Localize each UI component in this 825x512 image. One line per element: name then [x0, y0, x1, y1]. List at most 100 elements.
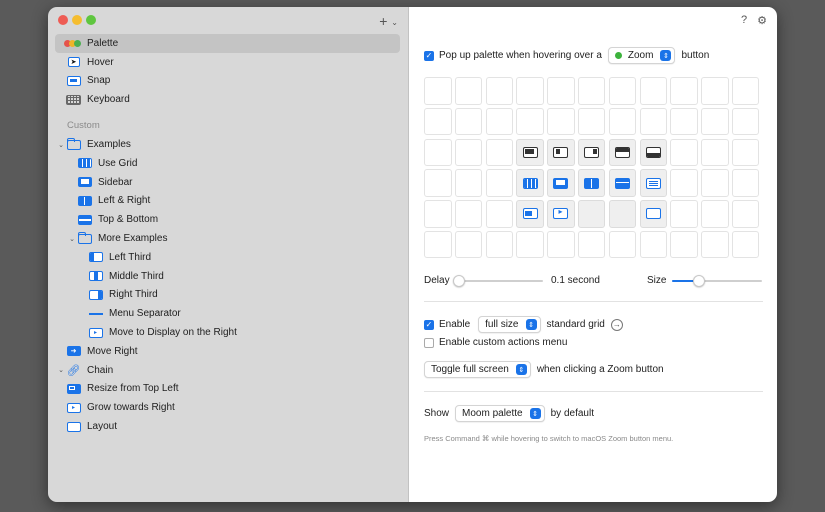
palette-cell[interactable]	[577, 169, 606, 197]
size-slider[interactable]	[672, 275, 762, 287]
palette-cell[interactable]	[670, 107, 698, 136]
palette-cell[interactable]: ▸	[547, 200, 575, 228]
sidebar-item-examples[interactable]: ⌄ Examples	[55, 135, 400, 154]
add-button[interactable]: + ⌄	[379, 13, 398, 29]
minimize-window-button[interactable]	[72, 15, 82, 25]
palette-cell[interactable]	[424, 77, 452, 105]
sidebar-item-move-right[interactable]: ➜ Move Right	[55, 342, 400, 361]
palette-cell[interactable]	[485, 107, 514, 136]
palette-cell[interactable]	[670, 138, 698, 167]
palette-cell[interactable]	[577, 138, 606, 167]
palette-cell[interactable]	[608, 200, 637, 228]
sidebar-item-snap[interactable]: Snap	[55, 72, 400, 91]
palette-cell[interactable]	[731, 169, 760, 197]
palette-cell[interactable]	[577, 200, 606, 228]
palette-cell[interactable]	[547, 107, 575, 136]
palette-cell[interactable]	[608, 230, 637, 259]
sidebar-item-sidebar[interactable]: Sidebar	[55, 173, 400, 192]
palette-cell[interactable]	[639, 230, 668, 259]
palette-cell[interactable]	[547, 138, 575, 167]
palette-cell[interactable]	[547, 230, 575, 259]
delay-slider[interactable]	[453, 275, 543, 287]
zoom-action-select[interactable]: Toggle full screen ⇕	[424, 361, 531, 378]
sidebar-item-resize-top-left[interactable]: Resize from Top Left	[55, 380, 400, 399]
palette-cell[interactable]	[670, 77, 698, 105]
palette-cell[interactable]	[516, 200, 544, 228]
sidebar-item-top-bottom[interactable]: Top & Bottom	[55, 210, 400, 229]
palette-cell[interactable]	[639, 107, 668, 136]
sidebar-item-palette[interactable]: Palette	[55, 34, 400, 53]
palette-cell[interactable]	[485, 230, 514, 259]
zoom-window-button[interactable]	[86, 15, 96, 25]
sidebar-item-right-third[interactable]: Right Third	[55, 286, 400, 305]
palette-cell[interactable]	[424, 169, 452, 197]
palette-cell[interactable]	[701, 169, 729, 197]
palette-cell[interactable]	[577, 77, 606, 105]
delay-slider-knob[interactable]	[453, 275, 466, 287]
palette-cell[interactable]	[454, 200, 483, 228]
palette-cell[interactable]	[608, 107, 637, 136]
palette-cell[interactable]	[454, 77, 483, 105]
sidebar-item-keyboard[interactable]: Keyboard	[55, 90, 400, 109]
palette-cell[interactable]	[424, 138, 452, 167]
palette-cell[interactable]	[454, 107, 483, 136]
enable-checkbox[interactable]: ✓	[424, 319, 434, 330]
sidebar-item-middle-third[interactable]: Middle Third	[55, 267, 400, 286]
palette-cell[interactable]	[516, 77, 544, 105]
palette-cell[interactable]	[424, 230, 452, 259]
size-slider-knob[interactable]	[693, 275, 705, 287]
palette-cell[interactable]	[485, 169, 514, 197]
sidebar-item-use-grid[interactable]: Use Grid	[55, 154, 400, 173]
zoom-button-select[interactable]: Zoom ⇕	[607, 47, 676, 64]
sidebar-item-left-right[interactable]: Left & Right	[55, 192, 400, 211]
gear-icon[interactable]: ⚙︎	[757, 14, 767, 27]
palette-cell[interactable]	[424, 107, 452, 136]
palette-cell[interactable]	[639, 200, 668, 228]
palette-cell[interactable]	[577, 230, 606, 259]
palette-cell[interactable]	[701, 230, 729, 259]
palette-cell[interactable]	[547, 77, 575, 105]
palette-cell[interactable]	[485, 138, 514, 167]
palette-cell[interactable]	[701, 107, 729, 136]
palette-cell[interactable]	[516, 107, 544, 136]
palette-cell[interactable]	[670, 230, 698, 259]
grid-size-select[interactable]: full size ⇕	[478, 316, 541, 333]
palette-cell[interactable]	[454, 230, 483, 259]
palette-cell[interactable]	[608, 77, 637, 105]
palette-cell[interactable]	[577, 107, 606, 136]
disclosure-chevron-icon[interactable]: ⌄	[56, 366, 66, 374]
palette-cell[interactable]	[731, 77, 760, 105]
sidebar-item-hover[interactable]: ➤ Hover	[55, 53, 400, 72]
popup-palette-checkbox[interactable]: ✓	[424, 50, 434, 61]
disclosure-chevron-icon[interactable]: ⌄	[67, 235, 77, 243]
sidebar-item-move-to-display[interactable]: ▸ Move to Display on the Right	[55, 323, 400, 342]
palette-cell[interactable]	[731, 138, 760, 167]
palette-cell[interactable]	[608, 138, 637, 167]
custom-actions-checkbox[interactable]	[424, 337, 434, 348]
palette-cell[interactable]	[608, 169, 637, 197]
palette-cell[interactable]	[701, 77, 729, 105]
disclosure-chevron-icon[interactable]: ⌄	[56, 141, 66, 149]
palette-cell[interactable]	[639, 138, 668, 167]
palette-cell[interactable]	[424, 200, 452, 228]
palette-cell[interactable]	[485, 77, 514, 105]
palette-cell[interactable]	[639, 77, 668, 105]
palette-cell[interactable]	[731, 230, 760, 259]
sidebar-item-chain[interactable]: ⌄ 🔗︎ Chain	[55, 361, 400, 380]
palette-cell[interactable]	[670, 169, 698, 197]
sidebar-item-more-examples[interactable]: ⌄ More Examples	[55, 229, 400, 248]
palette-cell[interactable]	[670, 200, 698, 228]
palette-cell[interactable]	[516, 138, 544, 167]
palette-grid[interactable]: ▸	[424, 77, 760, 259]
palette-cell[interactable]	[454, 169, 483, 197]
palette-cell[interactable]	[701, 138, 729, 167]
palette-cell[interactable]	[485, 200, 514, 228]
palette-cell[interactable]	[516, 230, 544, 259]
default-view-select[interactable]: Moom palette ⇕	[455, 405, 545, 422]
sidebar-item-layout[interactable]: Layout	[55, 417, 400, 436]
palette-cell[interactable]	[454, 138, 483, 167]
arrow-circle-right-icon[interactable]: →	[610, 318, 623, 331]
sidebar-item-grow-right[interactable]: ▸ Grow towards Right	[55, 398, 400, 417]
sidebar-item-left-third[interactable]: Left Third	[55, 248, 400, 267]
palette-cell[interactable]	[639, 169, 668, 197]
